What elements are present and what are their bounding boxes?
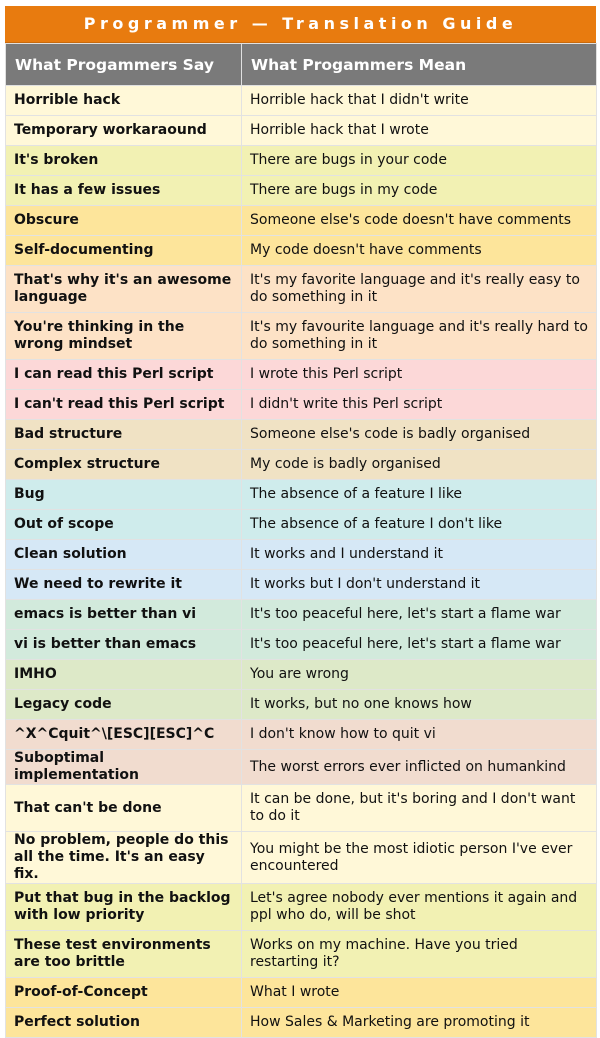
phrase-meaning: You are wrong [241,659,597,690]
table-row: Complex structure My code is badly organi… [5,449,597,480]
phrase-meaning: My code is badly organised [241,449,597,480]
table-row: Legacy code It works, but no one knows ho… [5,689,597,720]
table-row: vi is better than emacs It's too peaceful… [5,629,597,660]
table-row: Bad structure Someone else's code is badl… [5,419,597,450]
phrase-meaning: You might be the most idiotic person I'v… [241,831,597,884]
table-row: You're thinking in the wrong mindset It's… [5,312,597,360]
table-body: Horrible hack Horrible hack that I didn't… [5,85,597,1038]
phrase-meaning: There are bugs in your code [241,145,597,176]
table-row: IMHO You are wrong [5,659,597,690]
phrase-meaning: There are bugs in my code [241,175,597,206]
phrase-meaning: It works, but no one knows how [241,689,597,720]
table-row: Put that bug in the backlog with low pri… [5,883,597,931]
table-row: Clean solution It works and I understand … [5,539,597,570]
phrase-said: Legacy code [5,689,242,720]
phrase-meaning: How Sales & Marketing are promoting it [241,1007,597,1038]
phrase-said: I can't read this Perl script [5,389,242,420]
page-title: Programmer — Translation Guide [5,6,596,43]
phrase-meaning: Let's agree nobody ever mentions it agai… [241,883,597,931]
phrase-said: No problem, people do this all the time.… [5,831,242,884]
phrase-meaning: The absence of a feature I like [241,479,597,510]
phrase-said: Clean solution [5,539,242,570]
phrase-said: It has a few issues [5,175,242,206]
phrase-said: Self-documenting [5,235,242,266]
phrase-meaning: Works on my machine. Have you tried rest… [241,930,597,978]
table-row: Temporary workaraound Horrible hack that … [5,115,597,146]
phrase-meaning: It's my favourite language and it's real… [241,312,597,360]
table-row: I can't read this Perl script I didn't wr… [5,389,597,420]
table-row: That's why it's an awesome language It's … [5,265,597,313]
phrase-said: These test environments are too brittle [5,930,242,978]
table-row: Proof-of-Concept What I wrote [5,977,597,1008]
table-row: These test environments are too brittle W… [5,930,597,978]
phrase-said: Proof-of-Concept [5,977,242,1008]
table-row: I can read this Perl script I wrote this … [5,359,597,390]
column-header-say: What Progammers Say [5,43,242,86]
phrase-said: Put that bug in the backlog with low pri… [5,883,242,931]
phrase-meaning: My code doesn't have comments [241,235,597,266]
table-row: Perfect solution How Sales & Marketing ar… [5,1007,597,1038]
table-row: That can't be done It can be done, but it… [5,784,597,832]
table-row: Suboptimal implementation The worst error… [5,749,597,785]
phrase-meaning: Horrible hack that I wrote [241,115,597,146]
phrase-said: Suboptimal implementation [5,749,242,785]
translation-guide: Programmer — Translation Guide What Prog… [5,6,597,1038]
table-row: It has a few issues There are bugs in my … [5,175,597,206]
phrase-meaning: I didn't write this Perl script [241,389,597,420]
phrase-said: Temporary workaraound [5,115,242,146]
translation-table: What Progammers Say What Progammers Mean… [5,43,597,1038]
phrase-said: Out of scope [5,509,242,540]
table-row: Self-documenting My code doesn't have com… [5,235,597,266]
table-header-row: What Progammers Say What Progammers Mean [5,43,597,86]
phrase-said: Bad structure [5,419,242,450]
phrase-said: Perfect solution [5,1007,242,1038]
phrase-said: I can read this Perl script [5,359,242,390]
phrase-meaning: What I wrote [241,977,597,1008]
phrase-said: You're thinking in the wrong mindset [5,312,242,360]
phrase-said: We need to rewrite it [5,569,242,600]
phrase-said: IMHO [5,659,242,690]
phrase-meaning: The absence of a feature I don't like [241,509,597,540]
phrase-meaning: It works and I understand it [241,539,597,570]
phrase-meaning: It's too peaceful here, let's start a fl… [241,599,597,630]
phrase-said: Horrible hack [5,85,242,116]
phrase-said: ^X^Cquit^\[ESC][ESC]^C [5,719,242,750]
phrase-said: vi is better than emacs [5,629,242,660]
table-row: emacs is better than vi It's too peaceful… [5,599,597,630]
column-header-mean: What Progammers Mean [241,43,597,86]
table-row: ^X^Cquit^\[ESC][ESC]^C I don't know how t… [5,719,597,750]
phrase-meaning: The worst errors ever inflicted on human… [241,749,597,785]
table-row: We need to rewrite it It works but I don'… [5,569,597,600]
phrase-meaning: Someone else's code doesn't have comment… [241,205,597,236]
table-row: It's broken There are bugs in your code [5,145,597,176]
phrase-meaning: It's my favorite language and it's reall… [241,265,597,313]
phrase-meaning: It works but I don't understand it [241,569,597,600]
phrase-meaning: I don't know how to quit vi [241,719,597,750]
table-row: No problem, people do this all the time.… [5,831,597,884]
table-row: Horrible hack Horrible hack that I didn't… [5,85,597,116]
phrase-meaning: It's too peaceful here, let's start a fl… [241,629,597,660]
table-row: Out of scope The absence of a feature I d… [5,509,597,540]
phrase-said: Bug [5,479,242,510]
phrase-said: That's why it's an awesome language [5,265,242,313]
phrase-said: It's broken [5,145,242,176]
phrase-meaning: I wrote this Perl script [241,359,597,390]
phrase-meaning: Horrible hack that I didn't write [241,85,597,116]
table-row: Bug The absence of a feature I like [5,479,597,510]
table-row: Obscure Someone else's code doesn't have … [5,205,597,236]
phrase-said: Complex structure [5,449,242,480]
phrase-meaning: It can be done, but it's boring and I do… [241,784,597,832]
phrase-said: emacs is better than vi [5,599,242,630]
phrase-said: Obscure [5,205,242,236]
phrase-said: That can't be done [5,784,242,832]
phrase-meaning: Someone else's code is badly organised [241,419,597,450]
